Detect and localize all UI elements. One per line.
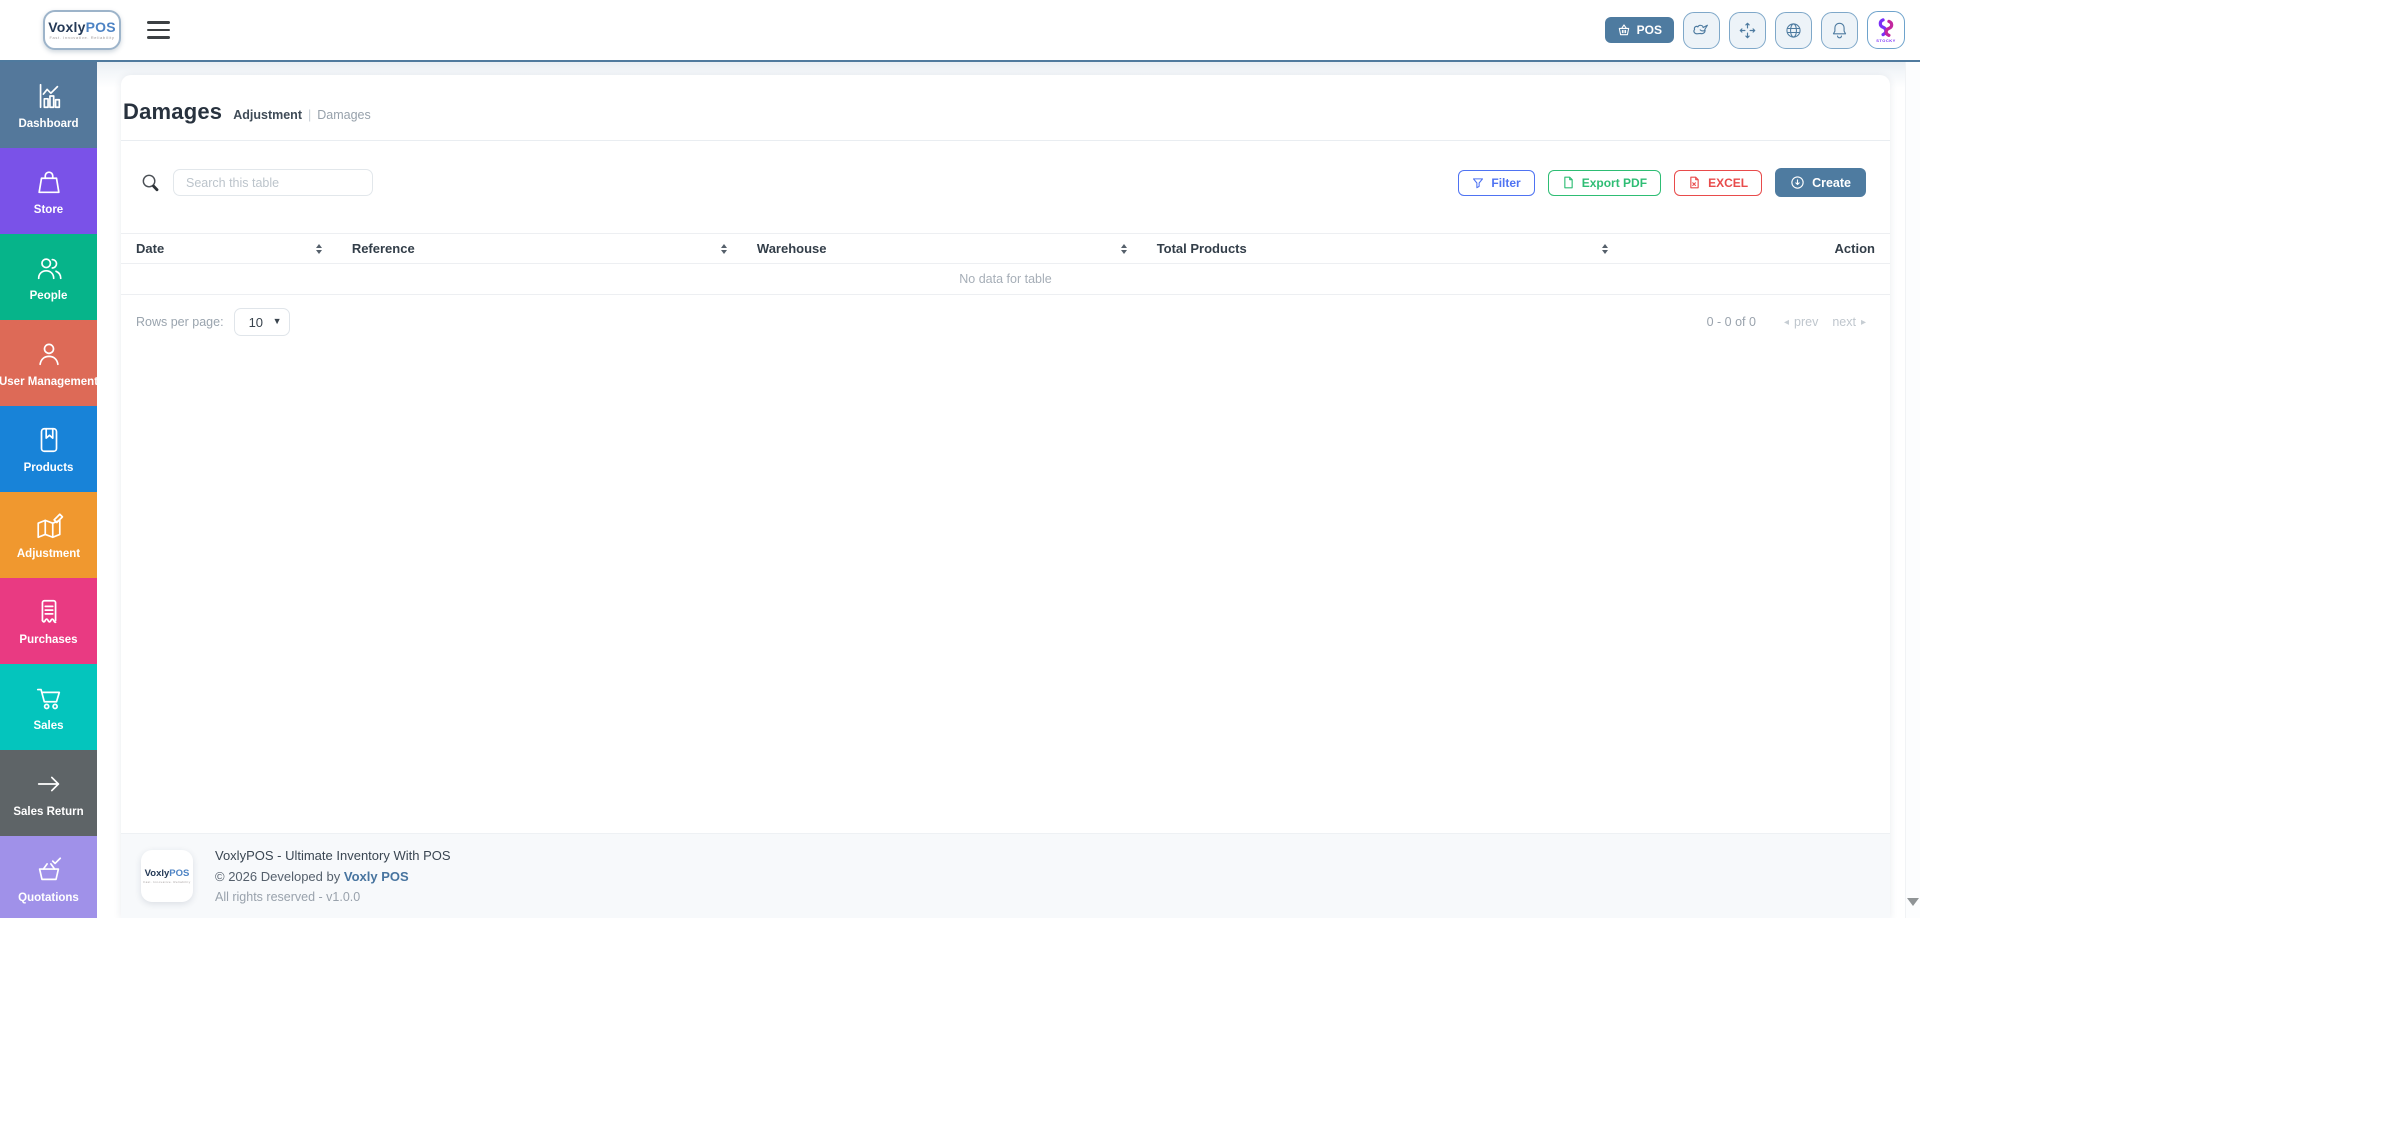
- column-header-action: Action: [1622, 233, 1890, 264]
- register-button[interactable]: [1683, 11, 1720, 49]
- rows-per-page-select[interactable]: 10: [233, 308, 290, 336]
- sort-icon[interactable]: [1601, 243, 1608, 254]
- search-input[interactable]: [173, 169, 373, 196]
- avatar-brand-label: STOCKY: [1876, 38, 1896, 43]
- pdf-file-icon: [1563, 176, 1573, 189]
- damages-table: Date Reference Warehouse Total Products …: [121, 233, 1890, 295]
- book-icon: [40, 427, 57, 452]
- sidebar-item-adjustment[interactable]: Adjustment: [0, 492, 97, 578]
- basket-check-icon: [38, 856, 61, 880]
- sidebar-item-dashboard[interactable]: Dashboard: [0, 62, 97, 148]
- voxly-pos-link[interactable]: Voxly POS: [344, 869, 409, 884]
- page-title: Damages: [123, 99, 223, 124]
- user-icon: [38, 342, 59, 365]
- sidebar-item-products[interactable]: Products: [0, 406, 97, 492]
- rows-per-page-label: Rows per page:: [136, 315, 224, 329]
- app-footer: VoxlyPOS Fast. Innovative. Reliability V…: [121, 833, 1890, 918]
- fullscreen-icon: [1739, 22, 1756, 38]
- sidebar-item-sales[interactable]: Sales: [0, 664, 97, 750]
- pagination-range: 0 - 0 of 0: [1706, 315, 1756, 329]
- column-header-date[interactable]: Date: [121, 233, 337, 264]
- export-pdf-button[interactable]: Export PDF: [1547, 169, 1662, 196]
- vertical-scrollbar[interactable]: [1905, 0, 1920, 918]
- footer-copyright: © 2026 Developed by Voxly POS: [215, 869, 409, 884]
- language-button[interactable]: [1775, 11, 1812, 49]
- bar-chart-icon: [39, 83, 60, 108]
- prev-page-button[interactable]: ◂ prev: [1784, 315, 1818, 329]
- footer-logo: VoxlyPOS Fast. Innovative. Reliability: [141, 850, 193, 902]
- breadcrumb-current: Damages: [317, 108, 371, 122]
- column-header-total-products[interactable]: Total Products: [1141, 233, 1623, 264]
- breadcrumb: Adjustment | Damages: [233, 108, 371, 122]
- fullscreen-button[interactable]: [1729, 11, 1766, 49]
- excel-file-icon: [1690, 176, 1699, 189]
- table-toolbar: Filter Export PDF EXCEL: [140, 168, 1866, 197]
- sidebar-item-purchases[interactable]: Purchases: [0, 578, 97, 664]
- empty-message: No data for table: [121, 263, 1890, 295]
- sort-icon[interactable]: [720, 243, 727, 254]
- topbar: VoxlyPOS Fast. Innovative. Reliability P…: [0, 0, 1920, 62]
- map-pencil-icon: [36, 512, 63, 538]
- export-excel-button[interactable]: EXCEL: [1674, 169, 1763, 196]
- sidebar-item-sales-return[interactable]: Sales Return: [0, 750, 97, 836]
- sidebar-item-quotations[interactable]: Quotations: [0, 836, 97, 918]
- receipt-icon: [41, 599, 56, 623]
- create-circle-icon: [1791, 176, 1804, 189]
- sort-icon[interactable]: [1120, 243, 1127, 254]
- notifications-button[interactable]: [1821, 11, 1858, 49]
- breadcrumb-parent[interactable]: Adjustment: [233, 108, 302, 122]
- filter-button[interactable]: Filter: [1458, 169, 1535, 196]
- scroll-down-arrow-icon[interactable]: [1907, 898, 1919, 906]
- logo-wordmark: VoxlyPOS: [48, 18, 116, 35]
- logo-tagline: Fast. Innovative. Reliability: [49, 35, 115, 41]
- arrow-right-icon: [37, 776, 59, 791]
- footer-app-line: VoxlyPOS - Ultimate Inventory With POS: [215, 848, 451, 863]
- topbar-actions: POS STOCKY: [1604, 11, 1905, 49]
- empty-row: No data for table: [121, 263, 1890, 295]
- stocky-logo-icon: [1878, 18, 1894, 37]
- column-header-warehouse[interactable]: Warehouse: [741, 233, 1142, 264]
- sort-icon[interactable]: [315, 243, 322, 254]
- register-doodle-icon: [1693, 24, 1708, 34]
- user-avatar[interactable]: STOCKY: [1867, 11, 1905, 49]
- shopping-bag-icon: [37, 170, 60, 193]
- app-window: VoxlyPOS Fast. Innovative. Reliability P…: [0, 0, 1920, 918]
- sidebar-item-user-management[interactable]: User Management: [0, 320, 97, 406]
- basket-icon: [1618, 24, 1629, 36]
- page-header: Damages Adjustment | Damages: [121, 75, 1890, 141]
- funnel-icon: [1473, 177, 1484, 188]
- bell-icon: [1832, 22, 1847, 38]
- menu-toggle-icon[interactable]: [147, 21, 170, 39]
- footer-rights-line: All rights reserved - v1.0.0: [215, 890, 361, 904]
- pagination-bar: Rows per page: 10 ▼ 0 - 0 of 0 ◂prev ne: [136, 308, 1866, 336]
- voxlypos-logo[interactable]: VoxlyPOS Fast. Innovative. Reliability: [43, 10, 121, 50]
- next-page-button[interactable]: next ▸: [1832, 315, 1866, 329]
- table-header-row: Date Reference Warehouse Total Products …: [121, 233, 1890, 264]
- main-area: Damages Adjustment | Damages Search this…: [97, 62, 1920, 918]
- search-icon: [142, 174, 159, 192]
- globe-icon: [1786, 22, 1801, 38]
- chevron-left-icon: ◂: [1783, 316, 1789, 328]
- sidebar: Dashboard Store People User Management P…: [0, 62, 97, 918]
- chevron-right-icon: ▸: [1860, 316, 1866, 328]
- people-icon: [37, 257, 62, 279]
- sidebar-item-store[interactable]: Store: [0, 148, 97, 234]
- cart-icon: [36, 688, 60, 709]
- column-header-reference[interactable]: Reference: [336, 233, 742, 264]
- pos-button[interactable]: POS: [1604, 17, 1674, 43]
- sidebar-item-people[interactable]: People: [0, 234, 97, 320]
- content-card: Damages Adjustment | Damages Search this…: [121, 75, 1890, 918]
- create-button[interactable]: Create: [1775, 168, 1866, 197]
